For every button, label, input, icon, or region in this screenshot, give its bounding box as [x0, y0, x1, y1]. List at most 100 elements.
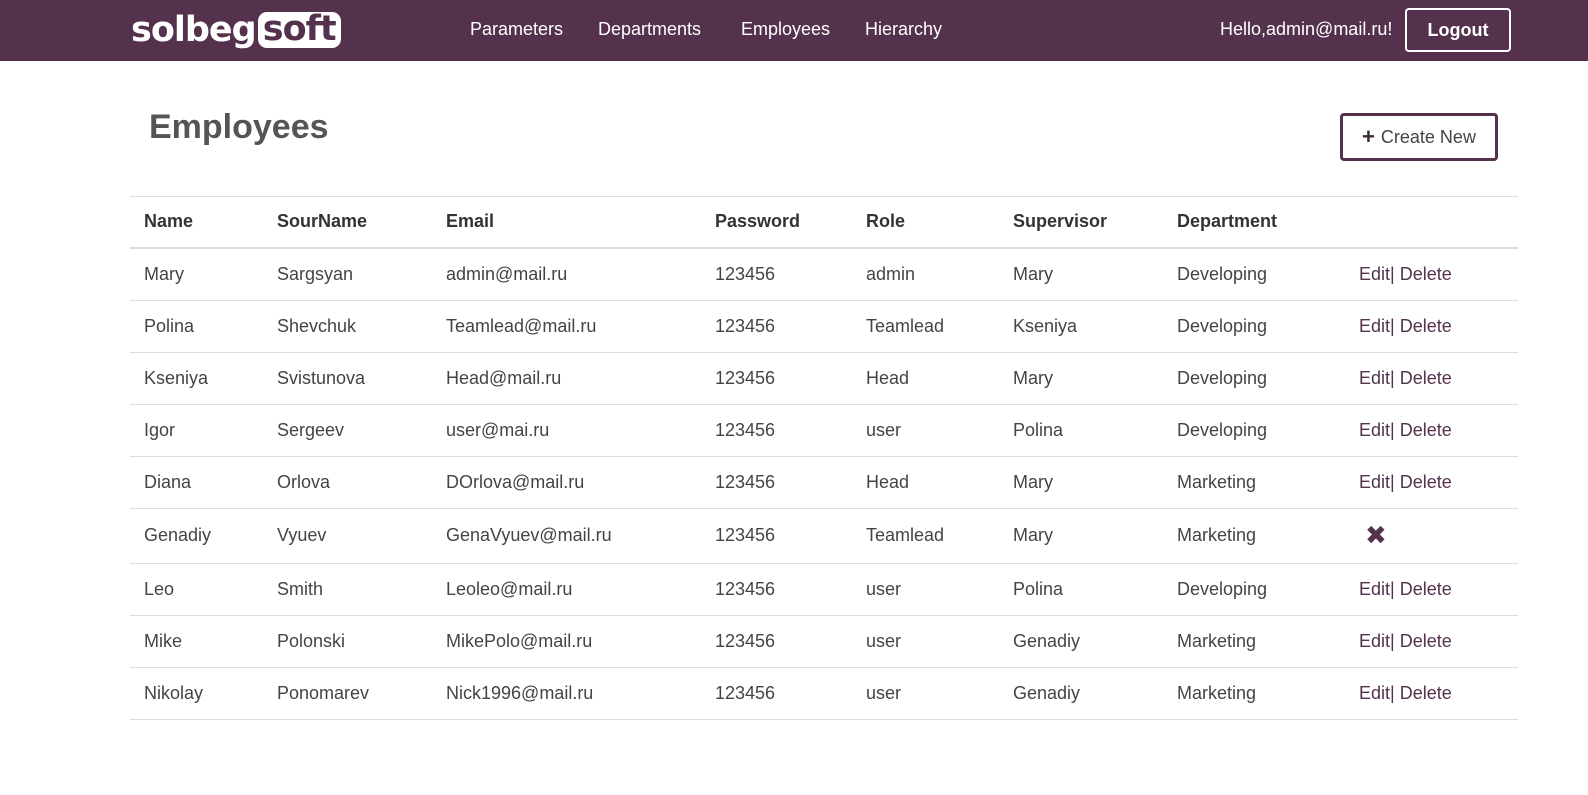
cell-actions: Edit| Delete — [1345, 563, 1518, 616]
cell-name: Mike — [130, 615, 263, 668]
edit-link[interactable]: Edit| — [1359, 368, 1395, 388]
cell-email: Head@mail.ru — [432, 352, 701, 405]
cell-supervisor: Polina — [999, 563, 1163, 616]
table-row: Nikolay Ponomarev Nick1996@mail.ru 123456 us… — [130, 667, 1518, 720]
edit-link[interactable]: Edit| — [1359, 316, 1395, 336]
edit-link[interactable]: Edit| — [1359, 472, 1395, 492]
cell-surname: Svistunova — [263, 352, 432, 405]
cell-actions: Edit| Delete — [1345, 667, 1518, 720]
cell-email: Leoleo@mail.ru — [432, 563, 701, 616]
cell-supervisor: Mary — [999, 456, 1163, 509]
header-email: Email — [432, 196, 701, 249]
plus-icon: + — [1362, 124, 1375, 149]
employees-table: Name SourName Email Password Role Superv… — [130, 196, 1518, 720]
delete-link[interactable]: Delete — [1400, 316, 1452, 336]
cell-supervisor: Genadiy — [999, 667, 1163, 720]
cell-password: 123456 — [701, 247, 852, 301]
logout-button[interactable]: Logout — [1405, 8, 1511, 52]
cell-password: 123456 — [701, 667, 852, 720]
cell-password: 123456 — [701, 615, 852, 668]
cell-supervisor: Genadiy — [999, 615, 1163, 668]
cell-surname: Sergeev — [263, 404, 432, 457]
edit-link[interactable]: Edit| — [1359, 420, 1395, 440]
cell-department: Developing — [1163, 563, 1345, 616]
cell-department: Developing — [1163, 247, 1345, 301]
edit-link[interactable]: Edit| — [1359, 631, 1395, 651]
cell-actions: Edit| Delete — [1345, 456, 1518, 509]
cell-password: 123456 — [701, 508, 852, 564]
cell-department: Marketing — [1163, 615, 1345, 668]
table-row: Diana Orlova DOrlova@mail.ru 123456 Head Mary… — [130, 456, 1518, 509]
create-new-label: Create New — [1380, 126, 1476, 147]
nav-link-hierarchy[interactable]: Hierarchy — [865, 19, 942, 40]
cell-email: Teamlead@mail.ru — [432, 300, 701, 353]
cell-password: 123456 — [701, 404, 852, 457]
cell-supervisor: Polina — [999, 404, 1163, 457]
cell-actions: Edit| Delete — [1345, 300, 1518, 353]
cell-department: Developing — [1163, 404, 1345, 457]
brand-logo[interactable]: solbeg soft — [131, 9, 341, 51]
delete-link[interactable]: Delete — [1400, 472, 1452, 492]
cell-name: Polina — [130, 300, 263, 353]
cell-department: Developing — [1163, 300, 1345, 353]
delete-link[interactable]: Delete — [1400, 264, 1452, 284]
nav-link-employees[interactable]: Employees — [741, 19, 830, 40]
edit-link[interactable]: Edit| — [1359, 683, 1395, 703]
table-row: Polina Shevchuk Teamlead@mail.ru 123456 Team… — [130, 300, 1518, 353]
cell-name: Mary — [130, 247, 263, 301]
cell-role: Teamlead — [852, 300, 999, 353]
cell-actions: Edit| Delete — [1345, 404, 1518, 457]
cell-actions: Edit| Delete — [1345, 615, 1518, 668]
cell-email: Nick1996@mail.ru — [432, 667, 701, 720]
edit-link[interactable]: Edit| — [1359, 264, 1395, 284]
table-row: Mary Sargsyan admin@mail.ru 123456 admin Mary… — [130, 247, 1518, 301]
delete-link[interactable]: Delete — [1400, 683, 1452, 703]
cell-actions: ✖ — [1345, 508, 1518, 564]
cell-surname: Orlova — [263, 456, 432, 509]
header-supervisor: Supervisor — [999, 196, 1163, 249]
cell-surname: Ponomarev — [263, 667, 432, 720]
header-surname: SourName — [263, 196, 432, 249]
cell-department: Marketing — [1163, 456, 1345, 509]
cell-surname: Polonski — [263, 615, 432, 668]
cell-surname: Smith — [263, 563, 432, 616]
cell-password: 123456 — [701, 456, 852, 509]
cell-role: user — [852, 404, 999, 457]
cell-actions: Edit| Delete — [1345, 352, 1518, 405]
cell-role: Head — [852, 456, 999, 509]
table-row: Igor Sergeev user@mai.ru 123456 user Polina De… — [130, 404, 1518, 457]
cell-name: Kseniya — [130, 352, 263, 405]
cell-surname: Shevchuk — [263, 300, 432, 353]
table-row: Genadiy Vyuev GenaVyuev@mail.ru 123456 Teaml… — [130, 508, 1518, 564]
delete-link[interactable]: Delete — [1400, 631, 1452, 651]
table-header-row: Name SourName Email Password Role Superv… — [130, 196, 1518, 249]
cell-role: Teamlead — [852, 508, 999, 564]
nav-link-parameters[interactable]: Parameters — [470, 19, 563, 40]
edit-link[interactable]: Edit| — [1359, 579, 1395, 599]
delete-x-icon[interactable]: ✖ — [1365, 520, 1387, 550]
cell-name: Diana — [130, 456, 263, 509]
cell-role: user — [852, 615, 999, 668]
cell-password: 123456 — [701, 300, 852, 353]
cell-supervisor: Mary — [999, 247, 1163, 301]
cell-department: Marketing — [1163, 508, 1345, 564]
delete-link[interactable]: Delete — [1400, 420, 1452, 440]
delete-link[interactable]: Delete — [1400, 368, 1452, 388]
table-row: Kseniya Svistunova Head@mail.ru 123456 Head M… — [130, 352, 1518, 405]
top-navbar: solbeg soft Parameters Departments Emplo… — [0, 0, 1588, 61]
nav-link-departments[interactable]: Departments — [598, 19, 701, 40]
cell-password: 123456 — [701, 563, 852, 616]
create-new-button[interactable]: + Create New — [1340, 113, 1498, 161]
cell-password: 123456 — [701, 352, 852, 405]
cell-role: Head — [852, 352, 999, 405]
cell-surname: Vyuev — [263, 508, 432, 564]
cell-email: GenaVyuev@mail.ru — [432, 508, 701, 564]
logo-text-a: solbeg — [131, 10, 257, 50]
cell-name: Leo — [130, 563, 263, 616]
cell-email: DOrlova@mail.ru — [432, 456, 701, 509]
delete-link[interactable]: Delete — [1400, 579, 1452, 599]
header-role: Role — [852, 196, 999, 249]
cell-role: user — [852, 667, 999, 720]
page-title: Employees — [149, 108, 329, 146]
cell-name: Nikolay — [130, 667, 263, 720]
